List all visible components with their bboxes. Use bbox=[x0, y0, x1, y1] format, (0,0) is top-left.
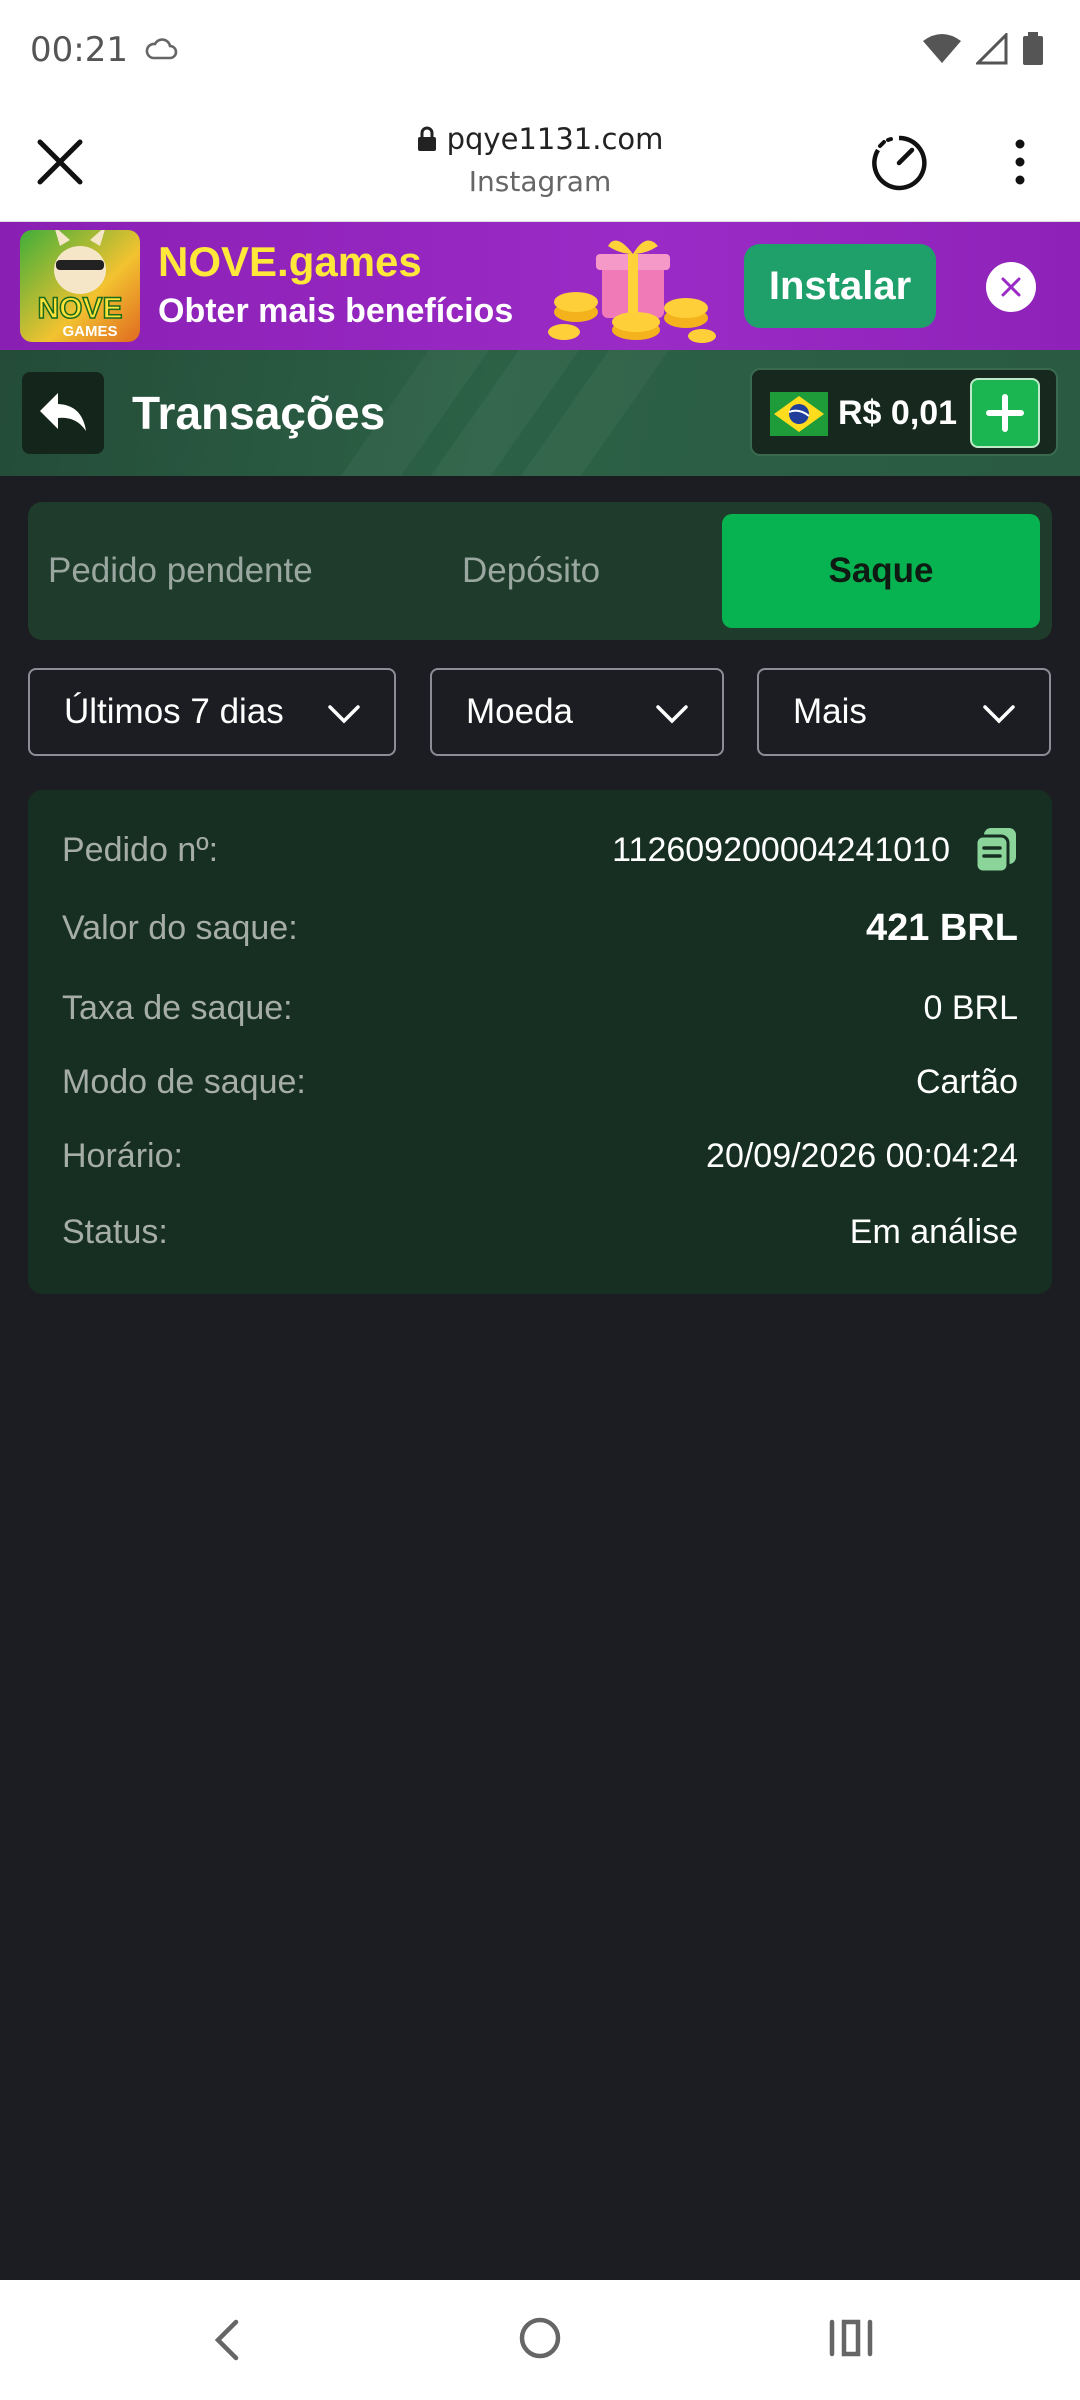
nav-recents-icon[interactable] bbox=[828, 2318, 874, 2358]
banner-subtitle: Obter mais benefícios bbox=[158, 292, 514, 330]
withdrawal-fee-row: Taxa de saque: 0 BRL bbox=[62, 984, 1018, 1032]
signal-icon bbox=[976, 33, 1008, 65]
withdrawal-fee-value: 0 BRL bbox=[923, 988, 1019, 1027]
tab-pending-order[interactable]: Pedido pendente bbox=[48, 514, 313, 628]
transaction-tabs: Pedido pendente Depósito Saque bbox=[28, 502, 1052, 640]
gift-coins-icon bbox=[548, 240, 716, 343]
currency-filter-label: Moeda bbox=[466, 692, 574, 731]
status-bar: 00:21 bbox=[0, 0, 1080, 100]
withdrawal-fee-label: Taxa de saque: bbox=[62, 988, 293, 1027]
brazil-flag-icon bbox=[770, 392, 828, 436]
nove-games-logo: NOVE GAMES bbox=[20, 230, 140, 342]
banner-close-button[interactable] bbox=[986, 262, 1036, 312]
balance-widget: R$ 0,01 bbox=[750, 368, 1058, 456]
withdrawal-amount-label: Valor do saque: bbox=[62, 908, 298, 947]
svg-text:NOVE: NOVE bbox=[37, 292, 122, 325]
withdrawal-amount-value: 421 BRL bbox=[865, 906, 1018, 949]
period-filter-label: Últimos 7 dias bbox=[64, 692, 284, 731]
back-button[interactable] bbox=[22, 372, 104, 454]
nav-back-icon[interactable] bbox=[212, 2318, 242, 2362]
back-arrow-icon bbox=[40, 393, 86, 431]
copy-icon[interactable] bbox=[974, 826, 1018, 874]
status-label: Status: bbox=[62, 1212, 168, 1251]
status-value: Em análise bbox=[849, 1212, 1018, 1251]
withdrawal-amount-row: Valor do saque: 421 BRL bbox=[62, 904, 1018, 952]
app-header: Transações R$ 0,01 bbox=[0, 350, 1080, 476]
cloud-icon bbox=[145, 38, 178, 60]
system-nav-bar bbox=[0, 2280, 1080, 2400]
close-icon bbox=[1001, 277, 1021, 297]
nav-home-icon[interactable] bbox=[518, 2316, 562, 2360]
plus-icon bbox=[986, 394, 1024, 432]
balance-amount: R$ 0,01 bbox=[838, 394, 958, 432]
order-number-value: 112609200004241010 bbox=[612, 830, 950, 869]
time-value: 20/09/2026 00:04:24 bbox=[706, 1136, 1018, 1175]
chevron-down-icon bbox=[328, 705, 360, 724]
currency-filter-dropdown[interactable]: Moeda bbox=[430, 668, 724, 756]
lock-icon bbox=[417, 126, 436, 151]
more-vertical-icon[interactable] bbox=[1008, 136, 1032, 188]
order-number-row: Pedido nº: 112609200004241010 bbox=[62, 826, 1018, 874]
banner-title: NOVE.games bbox=[158, 238, 422, 285]
url-text: pqye1131.com bbox=[446, 122, 664, 156]
status-time: 00:21 bbox=[30, 30, 128, 70]
page-title: Transações bbox=[132, 387, 386, 439]
time-label: Horário: bbox=[62, 1136, 183, 1175]
more-filter-dropdown[interactable]: Mais bbox=[757, 668, 1051, 756]
status-row: Status: Em análise bbox=[62, 1208, 1018, 1256]
battery-icon bbox=[1023, 32, 1043, 65]
period-filter-dropdown[interactable]: Últimos 7 dias bbox=[28, 668, 396, 756]
install-button[interactable]: Instalar bbox=[744, 244, 936, 328]
withdrawal-mode-label: Modo de saque: bbox=[62, 1062, 306, 1101]
promo-banner: NOVE GAMES NOVE.games Obter mais benefíc… bbox=[0, 222, 1080, 350]
time-row: Horário: 20/09/2026 00:04:24 bbox=[62, 1132, 1018, 1180]
tab-withdrawal[interactable]: Saque bbox=[722, 514, 1040, 628]
withdrawal-mode-value: Cartão bbox=[915, 1062, 1018, 1101]
withdrawal-mode-row: Modo de saque: Cartão bbox=[62, 1058, 1018, 1106]
chevron-down-icon bbox=[983, 705, 1015, 724]
wifi-icon bbox=[923, 34, 961, 63]
speed-icon[interactable] bbox=[868, 132, 930, 194]
add-funds-button[interactable] bbox=[970, 378, 1040, 448]
order-number-label: Pedido nº: bbox=[62, 830, 219, 869]
chevron-down-icon bbox=[656, 705, 688, 724]
transaction-card: Pedido nº: 112609200004241010 Valor do s… bbox=[28, 790, 1052, 1294]
svg-text:GAMES: GAMES bbox=[62, 323, 117, 340]
browser-bar: pqye1131.com Instagram bbox=[0, 100, 1080, 222]
more-filter-label: Mais bbox=[793, 692, 867, 731]
tab-deposit[interactable]: Depósito bbox=[462, 514, 600, 628]
